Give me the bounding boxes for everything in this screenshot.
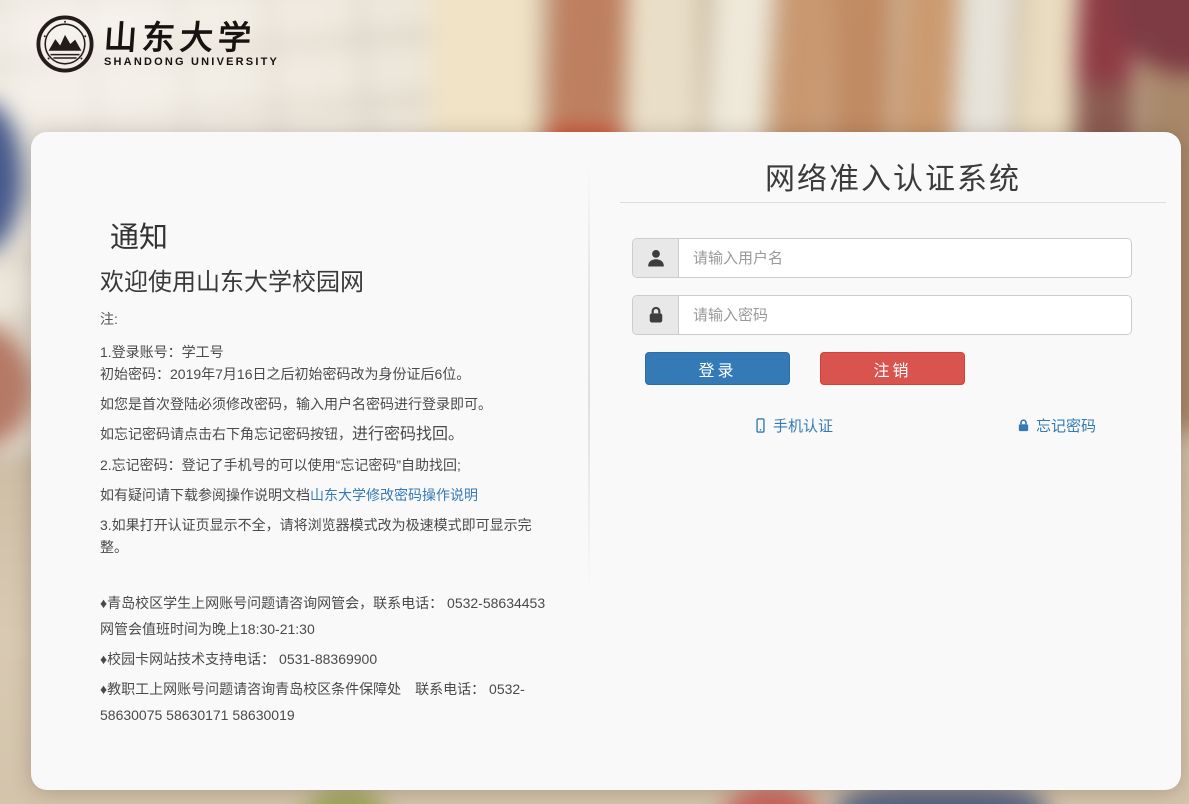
phone-auth-link[interactable]: 手机认证 xyxy=(753,415,833,436)
notice-item: 1.登录账号：学工号 初始密码：2019年7月16日之后初始密码改为身份证后6位… xyxy=(100,341,558,385)
password-field-group xyxy=(632,295,1132,335)
university-name-cn: 山东大学 xyxy=(103,21,280,55)
university-logo: 山东大学 SHANDONG UNIVERSITY xyxy=(36,13,279,75)
logout-button[interactable]: 注销 xyxy=(820,352,965,385)
title-divider xyxy=(620,202,1166,203)
contact-line: ♦教职工上网账号问题请咨询青岛校区条件保障处 联系电话： 0532-586300… xyxy=(100,676,558,728)
panel-divider xyxy=(588,164,590,594)
contact-line: ♦青岛校区学生上网账号问题请咨询网管会，联系电话： 0532-58634453 … xyxy=(100,590,558,642)
forgot-password-label: 忘记密码 xyxy=(1036,415,1096,436)
university-seal-icon xyxy=(36,15,94,73)
user-icon xyxy=(633,239,679,277)
notice-item: 3.如果打开认证页显示不全，请将浏览器模式改为极速模式即可显示完整。 xyxy=(100,514,558,558)
contact-info: ♦青岛校区学生上网账号问题请咨询网管会，联系电话： 0532-58634453 … xyxy=(100,590,558,732)
notice-line: 初始密码：2019年7月16日之后初始密码改为身份证后6位。 xyxy=(100,366,470,382)
phone-icon xyxy=(753,418,768,433)
notice-item: 如忘记密码请点击右下角忘记密码按钮，进行密码找回。 xyxy=(100,423,558,446)
university-name-en: SHANDONG UNIVERSITY xyxy=(104,56,279,68)
phone-auth-label: 手机认证 xyxy=(773,415,833,436)
page-title: 网络准入认证系统 xyxy=(620,154,1166,198)
forgot-password-link[interactable]: 忘记密码 xyxy=(1016,415,1096,436)
notice-heading: 通知 xyxy=(110,214,168,256)
notice-item: 如有疑问请下载参阅操作说明文档山东大学修改密码操作说明 xyxy=(100,484,558,506)
login-button[interactable]: 登录 xyxy=(645,352,790,385)
lock-icon xyxy=(633,296,679,334)
notice-line: 1.登录账号：学工号 xyxy=(100,344,224,360)
login-panel: 网络准入认证系统 登录 注销 手机认证 忘记密码 xyxy=(620,132,1166,790)
notice-item: 如您是首次登陆必须修改密码，输入用户名密码进行登录即可。 xyxy=(100,393,558,415)
notice-note-label: 注: xyxy=(100,309,118,329)
contact-line: ♦校园卡网站技术支持电话： 0531-88369900 xyxy=(100,646,558,672)
notice-panel: 通知 欢迎使用山东大学校园网 注: 1.登录账号：学工号 初始密码：2019年7… xyxy=(31,132,588,790)
notice-welcome: 欢迎使用山东大学校园网 xyxy=(100,262,364,297)
university-name: 山东大学 SHANDONG UNIVERSITY xyxy=(104,21,279,68)
notice-body: 1.登录账号：学工号 初始密码：2019年7月16日之后初始密码改为身份证后6位… xyxy=(100,341,558,566)
password-guide-link[interactable]: 山东大学修改密码操作说明 xyxy=(310,487,478,503)
notice-line: 如有疑问请下载参阅操作说明文档 xyxy=(100,487,310,503)
username-field-group xyxy=(632,238,1132,278)
main-card: 通知 欢迎使用山东大学校园网 注: 1.登录账号：学工号 初始密码：2019年7… xyxy=(31,132,1181,790)
notice-item: 2.忘记密码：登记了手机号的可以使用“忘记密码”自助找回; xyxy=(100,454,558,476)
notice-line: 如忘记密码请点击右下角忘记密码按钮， xyxy=(100,426,352,442)
notice-line-emphasis: 进行密码找回。 xyxy=(352,426,464,443)
lock-small-icon xyxy=(1016,418,1031,433)
password-input[interactable] xyxy=(679,296,1131,334)
username-input[interactable] xyxy=(679,239,1131,277)
